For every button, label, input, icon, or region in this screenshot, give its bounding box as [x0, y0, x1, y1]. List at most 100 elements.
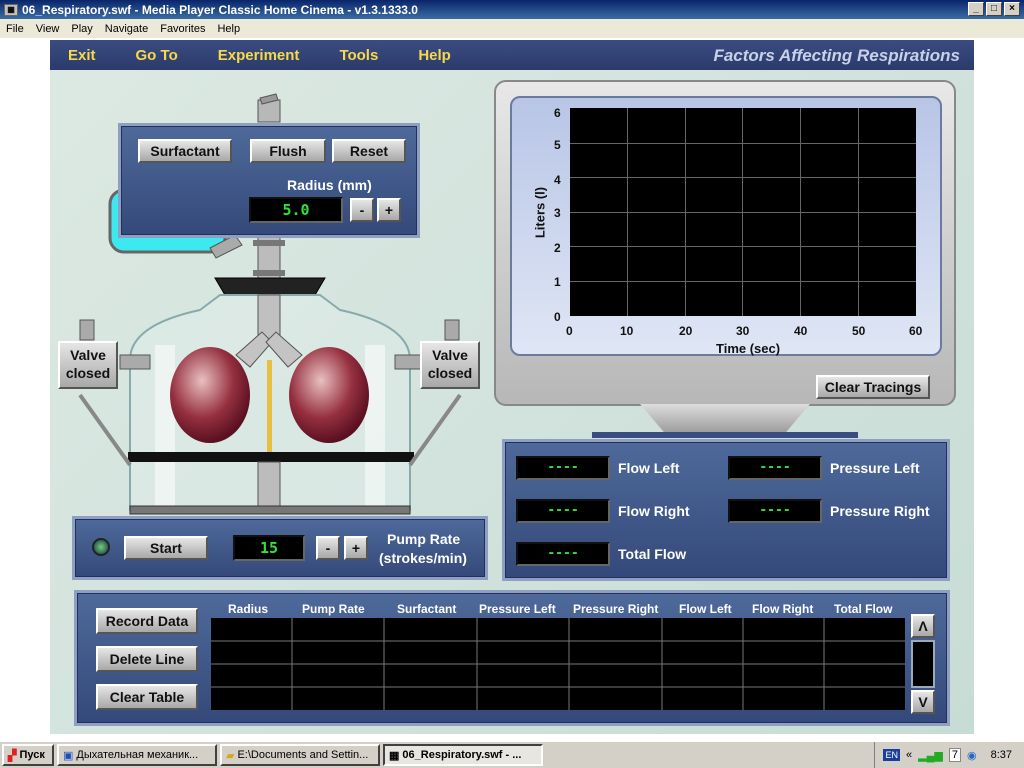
nav-help[interactable]: Help: [418, 47, 451, 64]
start-menu-button[interactable]: ▞ Пуск: [2, 744, 54, 766]
surfactant-button[interactable]: Surfactant: [138, 139, 232, 163]
menu-navigate[interactable]: Navigate: [99, 23, 154, 35]
windows-logo-icon: ▞: [8, 749, 17, 762]
language-indicator[interactable]: EN: [883, 749, 900, 761]
taskbar-item-player[interactable]: ▦ 06_Respiratory.swf - ...: [383, 744, 543, 766]
graph-x-axis-label: Time (sec): [716, 341, 781, 356]
flow-left-display: ----: [516, 456, 610, 480]
record-data-button[interactable]: Record Data: [96, 608, 198, 634]
x-tick: 0: [566, 324, 573, 338]
table-scrollbar-track[interactable]: [911, 640, 935, 688]
taskbar: ▞ Пуск ▣ Дыхательная механик... ▰ E:\Doc…: [0, 740, 1024, 768]
x-tick: 10: [620, 324, 634, 338]
col-header-pressure-left: Pressure Left: [479, 602, 556, 616]
network-icon: ◉: [966, 749, 977, 762]
app-icon: ▦: [4, 3, 18, 16]
taskbar-item-word[interactable]: ▣ Дыхательная механик...: [57, 744, 217, 766]
x-tick: 20: [679, 324, 693, 338]
pump-rate-increase-button[interactable]: +: [344, 536, 368, 560]
right-valve-button[interactable]: Valve closed: [420, 341, 480, 389]
radius-decrease-button[interactable]: -: [350, 198, 374, 222]
pressure-left-display: ----: [728, 456, 822, 480]
flow-right-label: Flow Right: [618, 503, 690, 519]
y-tick: 0: [554, 310, 561, 324]
clear-table-button[interactable]: Clear Table: [96, 684, 198, 710]
flush-button[interactable]: Flush: [250, 139, 326, 163]
data-table-grid: [211, 618, 905, 710]
y-tick: 6: [554, 106, 561, 120]
status-light-icon: [92, 538, 110, 556]
y-tick: 2: [554, 241, 561, 255]
tray-clock: 8:37: [990, 749, 1012, 761]
pump-rate-decrease-button[interactable]: -: [316, 536, 340, 560]
graph-y-axis-label: Liters (l): [532, 186, 548, 239]
menu-help[interactable]: Help: [211, 23, 246, 35]
nav-goto[interactable]: Go To: [136, 47, 178, 64]
monitor-stand: [640, 404, 810, 434]
x-tick: 50: [852, 324, 866, 338]
reset-button[interactable]: Reset: [332, 139, 406, 163]
col-header-flow-left: Flow Left: [679, 602, 732, 616]
close-button[interactable]: ×: [1004, 2, 1020, 16]
left-valve-button[interactable]: Valve closed: [58, 341, 118, 389]
menu-play[interactable]: Play: [65, 23, 98, 35]
pump-rate-display: 15: [233, 535, 305, 561]
start-button[interactable]: Start: [124, 536, 208, 560]
nav-tools[interactable]: Tools: [339, 47, 378, 64]
flow-right-display: ----: [516, 499, 610, 523]
monitor-base: [592, 432, 858, 438]
app-nav-bar: Exit Go To Experiment Tools Help Factors…: [50, 40, 974, 70]
delete-line-button[interactable]: Delete Line: [96, 646, 198, 672]
right-valve-label-2: closed: [427, 365, 473, 381]
taskbar-item-label: 06_Respiratory.swf - ...: [402, 749, 522, 761]
taskbar-item-explorer[interactable]: ▰ E:\Documents and Settin...: [220, 744, 380, 766]
system-tray: EN « ▂▄▆ 7 ◉ 8:37: [874, 742, 1024, 768]
pressure-left-label: Pressure Left: [830, 460, 920, 476]
col-header-pump-rate: Pump Rate: [302, 602, 365, 616]
tray-badge: 7: [948, 748, 961, 762]
signal-icon: ▂▄▆: [918, 749, 943, 762]
y-tick: 3: [554, 206, 561, 220]
col-header-surfactant: Surfactant: [397, 602, 457, 616]
window-title-bar: ▦ 06_Respiratory.swf - Media Player Clas…: [0, 0, 1024, 19]
folder-icon: ▰: [226, 749, 235, 762]
radius-label: Radius (mm): [287, 177, 372, 193]
word-doc-icon: ▣: [63, 749, 74, 762]
player-icon: ▦: [389, 749, 400, 762]
y-tick: 4: [554, 173, 561, 187]
total-flow-label: Total Flow: [618, 546, 687, 562]
scroll-up-button[interactable]: Λ: [911, 614, 935, 638]
x-tick: 60: [909, 324, 923, 338]
graph-plot-area: [570, 108, 916, 316]
minimize-button[interactable]: _: [968, 2, 984, 16]
menu-file[interactable]: File: [0, 23, 30, 35]
radius-increase-button[interactable]: +: [377, 198, 401, 222]
menu-view[interactable]: View: [30, 23, 66, 35]
scroll-down-button[interactable]: V: [911, 690, 935, 714]
col-header-radius: Radius: [228, 602, 269, 616]
tray-expand-chevron[interactable]: «: [906, 749, 912, 761]
nav-exit[interactable]: Exit: [68, 47, 96, 64]
left-valve-label-2: closed: [65, 365, 111, 381]
window-title: 06_Respiratory.swf - Media Player Classi…: [22, 2, 418, 17]
pump-rate-label: Pump Rate: [387, 531, 461, 547]
col-header-flow-right: Flow Right: [752, 602, 814, 616]
flow-left-label: Flow Left: [618, 460, 680, 476]
menu-favorites[interactable]: Favorites: [154, 23, 211, 35]
radius-display: 5.0: [249, 197, 343, 223]
x-tick: 40: [794, 324, 808, 338]
pressure-right-label: Pressure Right: [830, 503, 930, 519]
x-tick: 30: [736, 324, 750, 338]
pump-rate-unit: (strokes/min): [379, 550, 467, 566]
nav-experiment[interactable]: Experiment: [218, 47, 300, 64]
pressure-right-display: ----: [728, 499, 822, 523]
app-title: Factors Affecting Respirations: [713, 46, 960, 65]
taskbar-item-label: E:\Documents and Settin...: [237, 749, 369, 761]
clear-tracings-button[interactable]: Clear Tracings: [816, 375, 930, 399]
right-valve-label-1: Valve: [432, 347, 468, 363]
left-valve-label-1: Valve: [70, 347, 106, 363]
total-flow-display: ----: [516, 542, 610, 566]
start-label: Пуск: [19, 749, 45, 761]
maximize-button[interactable]: □: [986, 2, 1002, 16]
col-header-pressure-right: Pressure Right: [573, 602, 659, 616]
